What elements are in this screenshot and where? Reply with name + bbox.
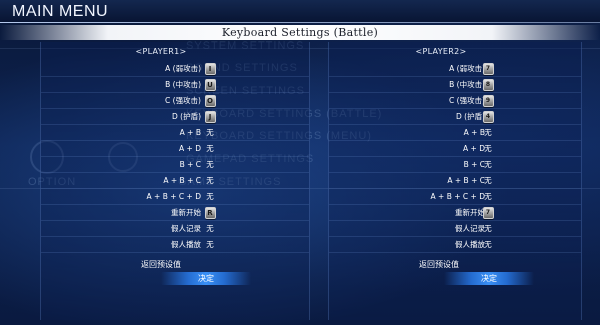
player2-binding-row[interactable]: A + D无 — [329, 141, 581, 157]
player2-binding-row[interactable]: A + B + C + D无 — [329, 189, 581, 205]
key-icon[interactable]: 8 — [482, 79, 494, 91]
player2-binding-row[interactable]: 假人播放无 — [329, 237, 581, 253]
binding-label: 假人播放 — [171, 240, 201, 249]
player1-binding-row[interactable]: C (强攻击) O — [41, 93, 309, 109]
player2-confirm-button[interactable]: 决定 — [444, 272, 534, 285]
binding-value[interactable]: 无 — [203, 125, 217, 141]
player2-binding-row[interactable]: C (强攻击) 9 — [329, 93, 581, 109]
header-divider — [0, 22, 600, 23]
binding-value[interactable]: 无 — [481, 173, 495, 189]
player1-confirm-button[interactable]: 决定 — [161, 272, 251, 285]
binding-value[interactable]: 无 — [203, 141, 217, 157]
binding-label: B (中攻击) — [165, 80, 201, 89]
player1-binding-row[interactable]: 假人记录无 — [41, 221, 309, 237]
player1-binding-row[interactable]: A + B + C + D无 — [41, 189, 309, 205]
player2-binding-row[interactable]: A (弱攻击) 7 — [329, 61, 581, 77]
binding-key[interactable]: 7 — [481, 61, 495, 77]
player1-binding-row[interactable]: 假人播放无 — [41, 237, 309, 253]
binding-label: 假人记录 — [171, 224, 201, 233]
binding-value[interactable]: 无 — [481, 125, 495, 141]
player1-panel: <PLAYER1> A (弱攻击) I B (中攻击) U C (强攻击) O D (护盾)… — [40, 42, 310, 320]
player1-binding-row[interactable]: D (护盾) J — [41, 109, 309, 125]
binding-key[interactable]: O — [203, 93, 217, 109]
player1-binding-row[interactable]: A + D无 — [41, 141, 309, 157]
key-icon[interactable]: J — [204, 111, 216, 123]
binding-label: A + D — [179, 144, 201, 153]
binding-value[interactable]: 无 — [203, 189, 217, 205]
player1-binding-row[interactable]: 重新开始 R — [41, 205, 309, 221]
player2-binding-row[interactable]: D (护盾) 4 — [329, 109, 581, 125]
player1-label: <PLAYER1> — [135, 47, 187, 56]
binding-value[interactable]: 无 — [203, 221, 217, 237]
key-icon[interactable]: 9 — [482, 95, 494, 107]
player2-binding-row[interactable]: B + C无 — [329, 157, 581, 173]
binding-label: A + B + C — [447, 176, 485, 185]
player1-bindings: A (弱攻击) I B (中攻击) U C (强攻击) O D (护盾) J A + B无A +… — [41, 61, 309, 253]
binding-key[interactable]: 9 — [481, 93, 495, 109]
player1-reset-default-button[interactable]: 返回预设值 — [43, 258, 279, 272]
binding-key[interactable]: 7 — [481, 205, 495, 221]
binding-label: 重新开始 — [171, 208, 201, 217]
key-icon[interactable]: 7 — [482, 207, 494, 219]
binding-label: C (强攻击) — [165, 96, 201, 105]
player2-label: <PLAYER2> — [415, 47, 467, 56]
binding-value[interactable]: 无 — [203, 237, 217, 253]
player1-binding-row[interactable]: B (中攻击) U — [41, 77, 309, 93]
binding-label: A (弱攻击) — [165, 64, 201, 73]
key-icon[interactable]: I — [204, 63, 216, 75]
binding-label: A + B + C — [163, 176, 201, 185]
player2-panel: <PLAYER2> A (弱攻击) 7 B (中攻击) 8 C (强攻击) 9 D (护盾)… — [328, 42, 582, 320]
player1-binding-row[interactable]: A + B + C无 — [41, 173, 309, 189]
binding-label: A + B — [179, 128, 201, 137]
binding-label: A + B + C + D — [430, 192, 485, 201]
binding-label: C (强攻击) — [449, 96, 485, 105]
binding-value[interactable]: 无 — [481, 221, 495, 237]
binding-label: B + C — [179, 160, 201, 169]
binding-value[interactable]: 无 — [481, 141, 495, 157]
binding-key[interactable]: 8 — [481, 77, 495, 93]
key-icon[interactable]: U — [204, 79, 216, 91]
player2-binding-row[interactable]: 重新开始 7 — [329, 205, 581, 221]
main-menu-header: MAIN MENU — [0, 0, 600, 22]
binding-key[interactable]: U — [203, 77, 217, 93]
player2-binding-row[interactable]: B (中攻击) 8 — [329, 77, 581, 93]
player1-binding-row[interactable]: A + B无 — [41, 125, 309, 141]
key-icon[interactable]: 7 — [482, 63, 494, 75]
binding-value[interactable]: 无 — [481, 237, 495, 253]
binding-value[interactable]: 无 — [203, 157, 217, 173]
binding-label: D (护盾) — [171, 112, 201, 121]
binding-value[interactable]: 无 — [481, 157, 495, 173]
key-icon[interactable]: 4 — [482, 111, 494, 123]
key-icon[interactable]: O — [204, 95, 216, 107]
binding-label: A (弱攻击) — [449, 64, 485, 73]
player2-binding-row[interactable]: 假人记录无 — [329, 221, 581, 237]
player1-binding-row[interactable]: B + C无 — [41, 157, 309, 173]
binding-key[interactable]: 4 — [481, 109, 495, 125]
binding-label: B (中攻击) — [449, 80, 485, 89]
player2-binding-row[interactable]: A + B无 — [329, 125, 581, 141]
settings-title: Keyboard Settings (Battle) — [221, 26, 379, 39]
binding-value[interactable]: 无 — [481, 189, 495, 205]
player1-binding-row[interactable]: A (弱攻击) I — [41, 61, 309, 77]
binding-key[interactable]: R — [203, 205, 217, 221]
player2-binding-row[interactable]: A + B + C无 — [329, 173, 581, 189]
player2-reset-default-button[interactable]: 返回预设值 — [317, 258, 561, 272]
key-icon[interactable]: R — [204, 207, 216, 219]
binding-value[interactable]: 无 — [203, 173, 217, 189]
main-menu-title: MAIN MENU — [12, 3, 109, 20]
player2-bindings: A (弱攻击) 7 B (中攻击) 8 C (强攻击) 9 D (护盾) 4 A + B无A +… — [329, 61, 581, 253]
binding-label: A + B + C + D — [146, 192, 201, 201]
binding-key[interactable]: J — [203, 109, 217, 125]
binding-key[interactable]: I — [203, 61, 217, 77]
